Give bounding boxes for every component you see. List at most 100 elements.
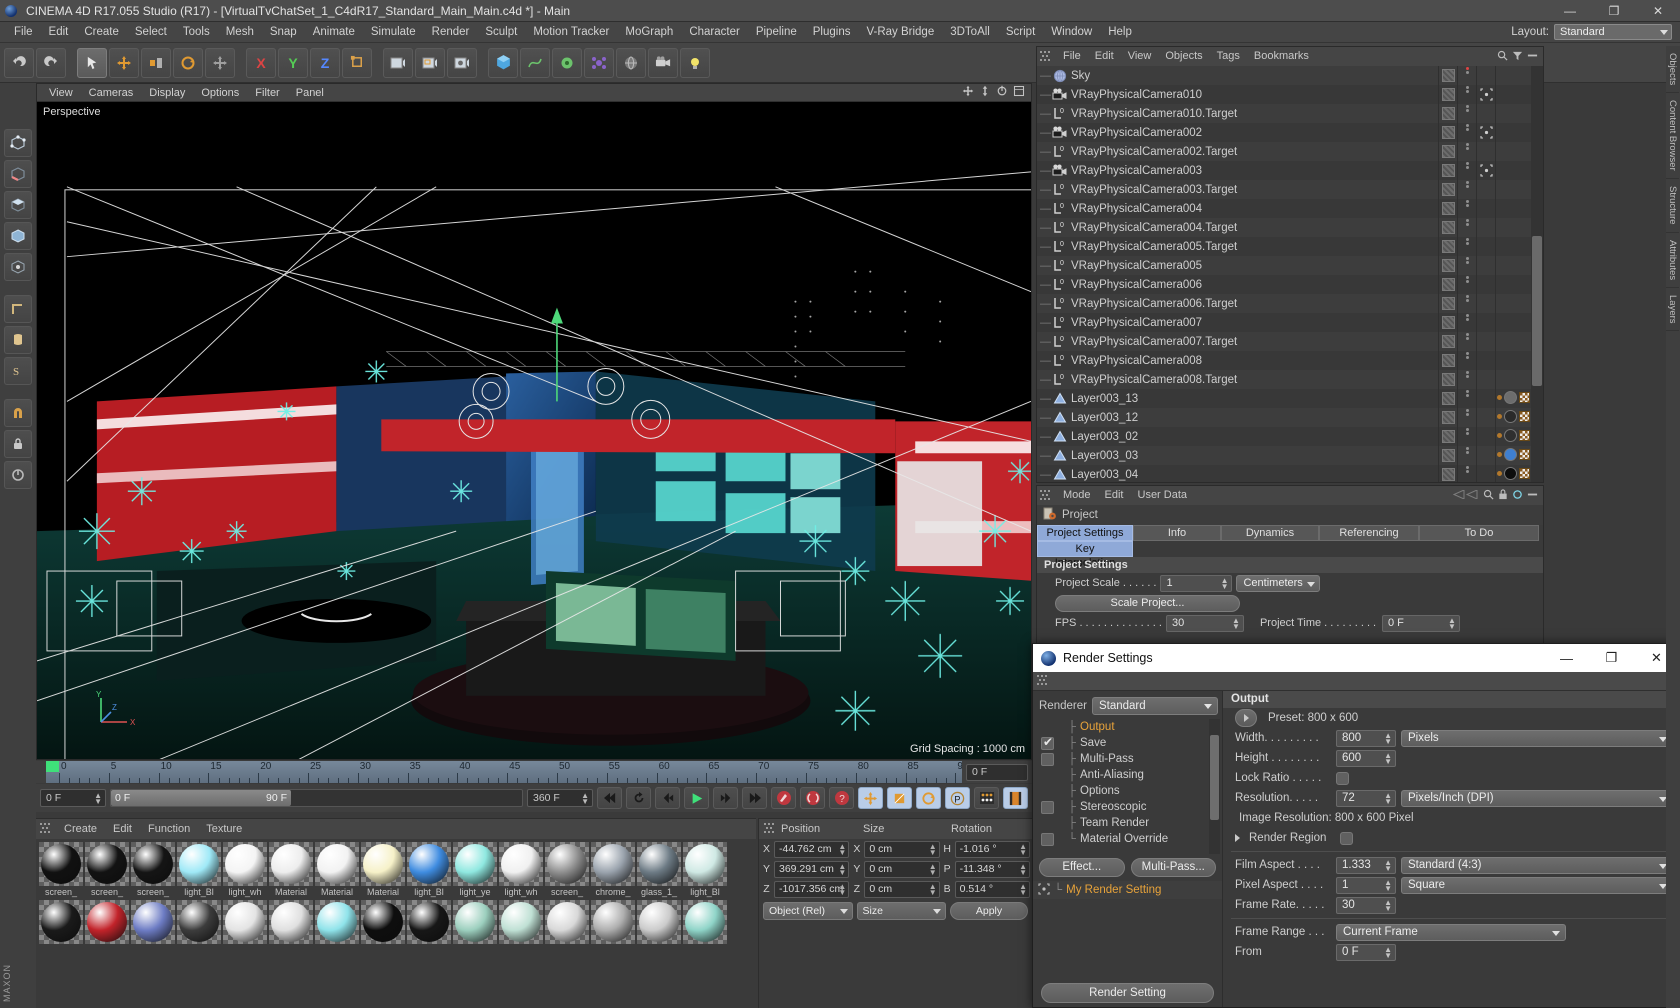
render-region-expand-icon[interactable] [1235, 834, 1240, 842]
panel-grip-icon[interactable] [40, 823, 52, 835]
object-list[interactable]: —Sky—VRayPhysicalCamera010—0VRayPhysical… [1037, 66, 1531, 482]
object-layer-box[interactable] [1438, 313, 1457, 332]
object-layer-box[interactable] [1438, 161, 1457, 180]
material-item[interactable]: chrome_ [591, 842, 635, 898]
timeline-ruler[interactable]: 051015202530354045505560657075808590 [46, 761, 962, 783]
material-preview[interactable] [545, 900, 589, 944]
material-preview[interactable] [591, 842, 635, 886]
coordinates-rotation-field[interactable]: -1.016 °▲▼ [955, 841, 1030, 858]
render-tree-checkbox[interactable] [1041, 737, 1054, 750]
add-deformer-button[interactable] [584, 48, 614, 78]
object-material-tags[interactable] [1495, 237, 1531, 256]
powerslider-end-field[interactable]: 360 F▲▼ [527, 789, 593, 807]
material-item[interactable] [637, 900, 681, 956]
tab-project-settings[interactable]: Project Settings [1037, 525, 1133, 541]
material-preview[interactable] [131, 842, 175, 886]
object-material-tags[interactable] [1495, 104, 1531, 123]
attribute-menu-mode[interactable]: Mode [1056, 486, 1098, 505]
render-tree-item[interactable]: ├Output [1033, 719, 1222, 735]
object-menu-tags[interactable]: Tags [1210, 47, 1247, 66]
viewport-menu-panel[interactable]: Panel [288, 84, 332, 102]
multipass-button[interactable]: Multi-Pass... [1131, 858, 1217, 877]
viewport-menu-display[interactable]: Display [141, 84, 193, 102]
object-tag-slot[interactable] [1476, 123, 1495, 142]
object-row[interactable]: —0VRayPhysicalCamera008 [1037, 351, 1531, 370]
step-forward-button[interactable] [713, 787, 738, 809]
object-tag-slot[interactable] [1476, 218, 1495, 237]
coordinates-size-field[interactable]: 0 cm▲▼ [864, 841, 939, 858]
object-tag-slot[interactable] [1476, 313, 1495, 332]
material-item[interactable]: light_Bl [407, 842, 451, 898]
fps-field[interactable]: 30▲▼ [1166, 615, 1244, 632]
material-item[interactable] [315, 900, 359, 956]
object-layer-box[interactable] [1438, 446, 1457, 465]
object-menu-bookmarks[interactable]: Bookmarks [1247, 47, 1316, 66]
object-material-tags[interactable] [1495, 465, 1531, 482]
object-material-tags[interactable] [1495, 66, 1531, 85]
powerslider-start-field[interactable]: 0 F▲▼ [40, 789, 106, 807]
spinner-arrows-icon[interactable]: ▲▼ [838, 884, 846, 896]
render-tree-item[interactable]: ├Stereoscopic [1033, 799, 1222, 815]
material-item[interactable] [407, 900, 451, 956]
key-scale-button[interactable] [887, 787, 912, 809]
docked-tab-layers[interactable]: Layers [1666, 288, 1679, 332]
menu-item-motion-tracker[interactable]: Motion Tracker [525, 22, 617, 43]
menu-item-snap[interactable]: Snap [262, 22, 305, 43]
material-menu-create[interactable]: Create [56, 819, 105, 839]
object-visibility-dots[interactable] [1457, 427, 1476, 446]
object-tag-slot[interactable] [1476, 161, 1495, 180]
material-preview[interactable] [269, 842, 313, 886]
material-item[interactable]: light_Bl [177, 842, 221, 898]
render-settings-toolbar-button[interactable] [447, 48, 477, 78]
object-material-tags[interactable] [1495, 370, 1531, 389]
play-loop-button[interactable] [626, 787, 651, 809]
object-visibility-dots[interactable] [1457, 237, 1476, 256]
object-row[interactable]: —Layer003_13 [1037, 389, 1531, 408]
object-tag-slot[interactable] [1476, 465, 1495, 482]
object-row[interactable]: —Layer003_04 [1037, 465, 1531, 482]
object-material-tags[interactable] [1495, 408, 1531, 427]
render-tree-item[interactable]: ├Multi-Pass [1033, 751, 1222, 767]
coordinates-position-field[interactable]: -1017.356 cm▲▼ [774, 881, 849, 898]
object-visibility-dots[interactable] [1457, 256, 1476, 275]
object-material-tags[interactable] [1495, 332, 1531, 351]
material-preview[interactable] [361, 842, 405, 886]
render-tree-scrollbar[interactable] [1209, 719, 1220, 854]
polygon-mode-button[interactable] [4, 191, 32, 219]
menu-item-vray-bridge[interactable]: V-Ray Bridge [858, 22, 942, 43]
material-preview[interactable] [407, 842, 451, 886]
snap-mode-button[interactable]: S [4, 357, 32, 385]
material-item[interactable]: light_wh [499, 842, 543, 898]
object-tag-slot[interactable] [1476, 104, 1495, 123]
object-tag-slot[interactable] [1476, 370, 1495, 389]
docked-tab-content-browser[interactable]: Content Browser [1666, 93, 1679, 179]
key-position-button[interactable] [858, 787, 883, 809]
viewport-pan-icon[interactable] [962, 85, 974, 100]
object-tag-slot[interactable] [1476, 142, 1495, 161]
selection-tool-button[interactable] [77, 48, 107, 78]
material-preview[interactable] [131, 900, 175, 944]
height-field[interactable]: 600▲▼ [1336, 750, 1396, 767]
point-mode-button[interactable] [4, 129, 32, 157]
object-visibility-dots[interactable] [1457, 408, 1476, 427]
menu-item-mesh[interactable]: Mesh [218, 22, 262, 43]
material-preview[interactable] [177, 842, 221, 886]
material-item[interactable]: screen_ [39, 842, 83, 898]
coordinates-mode-select[interactable]: Object (Rel) [763, 902, 853, 920]
material-preview[interactable] [683, 900, 727, 944]
material-item[interactable]: glass_1_ [637, 842, 681, 898]
object-visibility-dots[interactable] [1457, 104, 1476, 123]
material-item[interactable]: light_wh [223, 842, 267, 898]
add-environment-button[interactable] [616, 48, 646, 78]
object-material-tags[interactable] [1495, 275, 1531, 294]
object-material-tags[interactable] [1495, 446, 1531, 465]
material-preview[interactable] [637, 900, 681, 944]
object-row[interactable]: —VRayPhysicalCamera010 [1037, 85, 1531, 104]
render-tree-item[interactable]: ├Options [1033, 783, 1222, 799]
object-axis-mode-button[interactable] [4, 253, 32, 281]
material-item[interactable]: screen_ [85, 842, 129, 898]
viewport-3d-scene[interactable]: Perspective Grid Spacing : 1000 cm [37, 102, 1031, 759]
material-preview[interactable] [453, 900, 497, 944]
object-layer-box[interactable] [1438, 294, 1457, 313]
object-layer-box[interactable] [1438, 180, 1457, 199]
